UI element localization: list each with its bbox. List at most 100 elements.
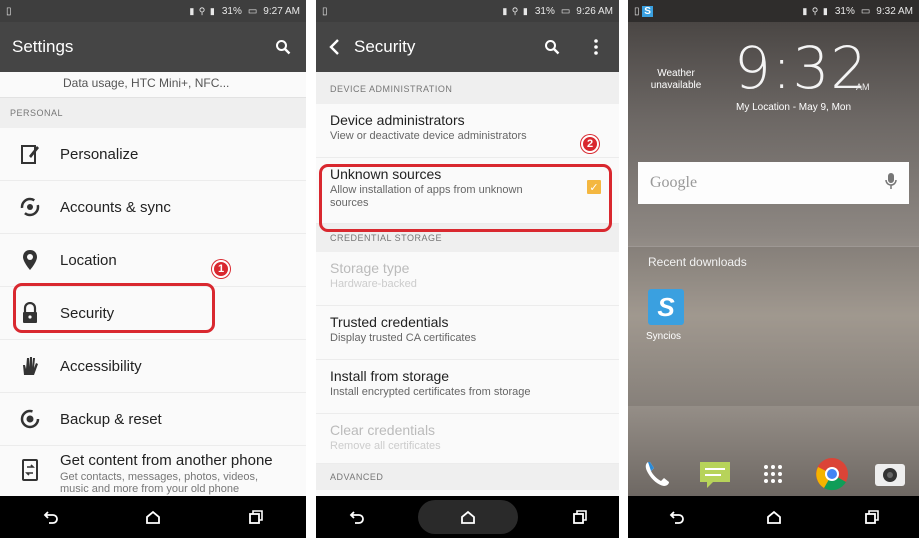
nav-bar: [316, 496, 619, 538]
backup-icon: [0, 408, 60, 430]
messages-icon[interactable]: [697, 456, 733, 492]
signal-icons: ▮ ⚲ ▮: [189, 5, 216, 16]
battery-percent: 31%: [834, 5, 855, 17]
mic-icon[interactable]: [885, 172, 897, 195]
item-desc: Display trusted CA certificates: [330, 332, 477, 344]
status-time: 9:32 AM: [876, 5, 913, 17]
settings-screen: ▯ ▮ ⚲ ▮ 31% ▭ 9:27 AM Settings Data usag…: [0, 0, 306, 538]
home-wallpaper: Weather unavailable 9:32 AM My Location …: [628, 22, 919, 496]
item-title: Install from storage: [330, 368, 450, 384]
home-screen: ▯ S ▮ ⚲ ▮ 31% ▭ 9:32 AM Weather unavaila…: [628, 0, 919, 538]
personalize-icon: [0, 143, 60, 165]
settings-item-location[interactable]: Location: [0, 234, 306, 287]
location-pin-icon: [0, 249, 60, 271]
signal-icons: ▮ ⚲ ▮: [502, 5, 529, 16]
hand-icon: [0, 355, 60, 377]
item-desc: Hardware-backed: [330, 278, 417, 290]
dock: [628, 452, 919, 496]
item-title: Trusted credentials: [330, 314, 449, 330]
nav-bar: [0, 496, 306, 538]
item-desc: View or deactivate device administrators: [330, 130, 527, 142]
recents-icon[interactable]: [559, 502, 599, 532]
page-title: Settings: [12, 37, 74, 56]
highlight-security: [13, 283, 215, 333]
recent-downloads-panel: Recent downloads S Syncios: [628, 246, 919, 406]
google-search-bar[interactable]: Google: [638, 162, 909, 204]
list-item-clear-credentials: Clear credentials Remove all certificate…: [316, 414, 619, 464]
chrome-icon[interactable]: [814, 456, 850, 492]
item-title: Clear credentials: [330, 422, 436, 438]
home-icon[interactable]: [133, 502, 173, 532]
item-desc: Install encrypted certificates from stor…: [330, 386, 531, 398]
status-bar: ▯ ▮ ⚲ ▮ 31% ▭ 9:26 AM: [316, 0, 619, 22]
overflow-menu-icon[interactable]: [585, 36, 607, 58]
settings-item-label: Personalize: [60, 145, 139, 163]
google-search-label: Google: [650, 174, 698, 191]
signal-icons: ▮ ⚲ ▮: [802, 5, 829, 16]
location-date: My Location - May 9, Mon: [736, 102, 852, 113]
list-item-device-administrators[interactable]: Device administrators View or deactivate…: [316, 104, 619, 158]
action-bar: Security: [316, 22, 619, 72]
settings-item-label: Get content from another phone: [60, 452, 273, 469]
battery-percent: 31%: [221, 5, 242, 17]
section-header-advanced: ADVANCED: [316, 464, 619, 490]
search-icon[interactable]: [272, 36, 294, 58]
status-time: 9:26 AM: [576, 5, 613, 17]
back-icon[interactable]: [31, 502, 71, 532]
step-badge-2: 2: [581, 135, 599, 153]
list-item-wireless-partial[interactable]: Data usage, HTC Mini+, NFC...: [0, 72, 306, 98]
page-title: Security: [354, 37, 416, 56]
back-icon[interactable]: [337, 502, 377, 532]
notification-icon: ▯: [6, 5, 12, 17]
home-icon[interactable]: [417, 500, 518, 534]
sync-icon: [0, 196, 60, 218]
status-bar: ▯ ▮ ⚲ ▮ 31% ▭ 9:27 AM: [0, 0, 306, 22]
home-icon[interactable]: [754, 502, 794, 532]
battery-icon: ▭: [247, 5, 258, 17]
settings-item-backup-reset[interactable]: Backup & reset: [0, 393, 306, 446]
settings-item-personalize[interactable]: Personalize: [0, 128, 306, 181]
recent-downloads-label: Recent downloads: [648, 255, 747, 269]
list-item-install-from-storage[interactable]: Install from storage Install encrypted c…: [316, 360, 619, 414]
syncios-app-label: Syncios: [646, 331, 682, 342]
section-header-personal: PERSONAL: [0, 98, 306, 128]
settings-item-label: Backup & reset: [60, 410, 162, 428]
item-title: Device administrators: [330, 112, 465, 128]
settings-item-label: Accounts & sync: [60, 198, 171, 216]
phone-icon[interactable]: [639, 456, 675, 492]
clock-widget[interactable]: 9:32: [734, 34, 868, 102]
settings-item-label: Accessibility: [60, 357, 142, 375]
clock-ampm: AM: [856, 82, 870, 92]
step-badge-1: 1: [212, 260, 230, 278]
nav-bar: [628, 496, 919, 538]
weather-widget[interactable]: Weather unavailable: [646, 68, 706, 92]
highlight-unknown-sources: [319, 164, 612, 232]
list-item-trusted-credentials[interactable]: Trusted credentials Display trusted CA c…: [316, 306, 619, 360]
security-list: DEVICE ADMINISTRATION Device administrat…: [316, 72, 619, 496]
recents-icon[interactable]: [851, 502, 891, 532]
status-time: 9:27 AM: [263, 5, 300, 17]
syncios-app-icon[interactable]: S: [648, 289, 684, 325]
section-header-device-admin: DEVICE ADMINISTRATION: [316, 72, 619, 104]
back-icon[interactable]: [657, 502, 697, 532]
camera-icon[interactable]: [872, 456, 908, 492]
syncios-notification-icon: S: [642, 5, 653, 17]
settings-item-label: Location: [60, 251, 117, 269]
battery-icon: ▭: [560, 5, 571, 17]
tutorial-collage: ▯ ▮ ⚲ ▮ 31% ▭ 9:27 AM Settings Data usag…: [0, 0, 919, 538]
back-arrow-icon[interactable]: [328, 39, 340, 55]
settings-item-get-content[interactable]: Get content from another phone Get conta…: [0, 446, 306, 496]
settings-item-sub: Get contacts, messages, photos, videos, …: [60, 471, 259, 495]
notification-icon: ▯: [322, 5, 328, 17]
item-title: Storage type: [330, 260, 410, 276]
app-drawer-icon[interactable]: [755, 456, 791, 492]
recents-icon[interactable]: [235, 502, 275, 532]
notification-icon: ▯ S: [634, 5, 653, 17]
transfer-phone-icon: [0, 452, 60, 482]
security-screen: ▯ ▮ ⚲ ▮ 31% ▭ 9:26 AM Security DEVICE AD…: [316, 0, 619, 538]
settings-item-accessibility[interactable]: Accessibility: [0, 340, 306, 393]
battery-icon: ▭: [860, 5, 871, 17]
settings-item-accounts-sync[interactable]: Accounts & sync: [0, 181, 306, 234]
item-desc: Remove all certificates: [330, 440, 441, 452]
search-icon[interactable]: [541, 36, 563, 58]
